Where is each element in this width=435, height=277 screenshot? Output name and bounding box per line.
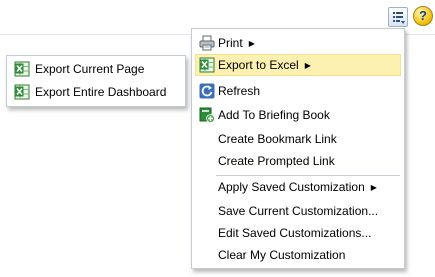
menu-item-label: Apply Saved Customization: [218, 180, 365, 194]
menu-item-print[interactable]: Print ▶: [195, 32, 401, 54]
menu-item-export-current-page[interactable]: Export Current Page: [10, 58, 182, 80]
menu-item-label: Add To Briefing Book: [218, 108, 330, 122]
menu-item-apply-saved-customization[interactable]: Apply Saved Customization ▶: [195, 176, 401, 198]
briefing-book-add-icon: [199, 107, 215, 123]
menu-item-label: Print: [218, 36, 243, 50]
menu-item-label: Clear My Customization: [218, 248, 346, 262]
menu-item-label: Edit Saved Customizations...: [218, 226, 372, 240]
excel-icon: [14, 84, 30, 100]
menu-item-save-current-customization[interactable]: Save Current Customization...: [195, 200, 401, 222]
excel-icon: [14, 61, 30, 77]
page-options-menu: Print ▶ Export to Excel ▶ Refresh Add To B…: [191, 28, 405, 269]
menu-item-label: Export Entire Dashboard: [35, 85, 167, 99]
menu-item-export-to-excel[interactable]: Export to Excel ▶: [195, 54, 401, 76]
menu-item-create-bookmark-link[interactable]: Create Bookmark Link: [195, 128, 401, 150]
help-button[interactable]: ?: [413, 6, 433, 26]
menu-item-create-prompted-link[interactable]: Create Prompted Link: [195, 150, 401, 172]
page-options-button[interactable]: [388, 7, 408, 27]
menu-item-export-entire-dashboard[interactable]: Export Entire Dashboard: [10, 81, 182, 103]
page-options-icon: [393, 12, 405, 24]
menu-item-add-to-briefing-book[interactable]: Add To Briefing Book: [195, 104, 401, 126]
menu-item-label: Save Current Customization...: [218, 204, 379, 218]
menu-item-label: Export Current Page: [35, 62, 145, 76]
menu-item-label: Create Prompted Link: [218, 154, 335, 168]
menu-item-refresh[interactable]: Refresh: [195, 80, 401, 102]
printer-icon: [199, 35, 215, 51]
export-to-excel-submenu: Export Current Page Export Entire Dashbo…: [6, 55, 186, 107]
menu-item-label: Export to Excel: [218, 58, 299, 72]
submenu-arrow-icon: ▶: [248, 39, 255, 48]
excel-icon: [199, 57, 215, 73]
refresh-icon: [199, 83, 215, 99]
help-icon: ?: [419, 8, 427, 23]
menu-item-clear-my-customization[interactable]: Clear My Customization: [195, 244, 401, 266]
menu-item-edit-saved-customizations[interactable]: Edit Saved Customizations...: [195, 222, 401, 244]
menu-item-label: Create Bookmark Link: [218, 132, 337, 146]
submenu-arrow-icon: ▶: [370, 183, 377, 192]
menu-item-label: Refresh: [218, 84, 261, 98]
submenu-arrow-icon: ▶: [304, 61, 311, 70]
